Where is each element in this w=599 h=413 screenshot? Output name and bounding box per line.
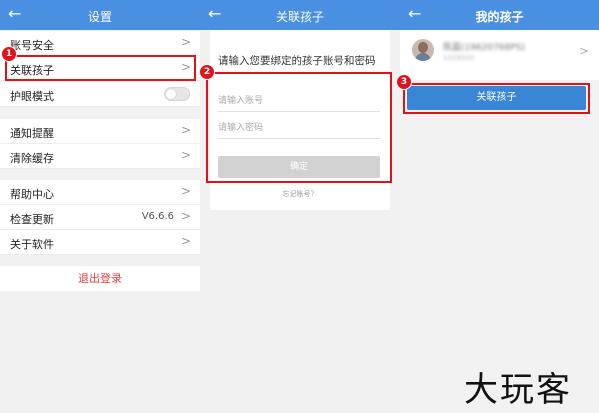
settings-title: 设置	[87, 10, 112, 24]
chevron-right-icon: >	[180, 184, 191, 198]
chevron-right-icon: >	[578, 44, 589, 58]
version-value: V6.6.6	[141, 211, 174, 222]
my-children-title: 我的孩子	[475, 10, 524, 24]
about-label: 关于软件	[10, 238, 54, 251]
child-name: 陈晨(19620768PS)	[443, 43, 525, 53]
child-avatar	[412, 39, 434, 61]
step3-badge: 3	[396, 74, 412, 90]
check-update-row[interactable]: 检查更新 V6.6.6 >	[0, 205, 200, 230]
help-center-label: 帮助中心	[10, 188, 54, 201]
step3-highlight-box	[403, 83, 590, 114]
site-watermark: 大玩客	[464, 370, 572, 410]
chevron-right-icon: >	[180, 123, 191, 137]
help-center-row[interactable]: 帮助中心 >	[0, 180, 200, 205]
bind-child-title: 关联孩子	[275, 10, 324, 24]
my-children-header: ← 我的孩子	[400, 0, 599, 30]
notifications-row[interactable]: 通知提醒 >	[0, 119, 200, 144]
eye-mode-label: 护眼模式	[10, 90, 54, 103]
clear-cache-label: 清除缓存	[10, 152, 54, 165]
step1-badge: 1	[1, 46, 17, 62]
step1-highlight-box	[5, 55, 196, 81]
eye-mode-toggle[interactable]	[164, 87, 190, 101]
chevron-right-icon: >	[180, 234, 191, 248]
about-row[interactable]: 关于软件 >	[0, 230, 200, 255]
chevron-right-icon: >	[180, 35, 191, 49]
step2-badge: 2	[199, 64, 215, 80]
clear-cache-row[interactable]: 清除缓存 >	[0, 144, 200, 169]
child-subtitle: 1028000	[443, 54, 475, 62]
notifications-label: 通知提醒	[10, 127, 54, 140]
settings-header: ← 设置	[0, 0, 200, 30]
chevron-right-icon: >	[180, 209, 191, 223]
step2-highlight-box	[206, 72, 392, 183]
bind-child-prompt: 请输入您要绑定的孩子账号和密码	[218, 55, 376, 67]
bind-child-header: ← 关联孩子	[200, 0, 400, 30]
account-security-row[interactable]: 账号安全 >	[0, 31, 200, 56]
logout-button[interactable]: 退出登录	[0, 266, 200, 291]
forgot-account-link[interactable]: 忘记账号？	[210, 189, 390, 199]
check-update-label: 检查更新	[10, 213, 54, 226]
chevron-right-icon: >	[180, 148, 191, 162]
eye-mode-row: 护眼模式	[0, 82, 200, 107]
child-list-item[interactable]: 陈晨(19620768PS) 1028000 >	[400, 30, 599, 80]
